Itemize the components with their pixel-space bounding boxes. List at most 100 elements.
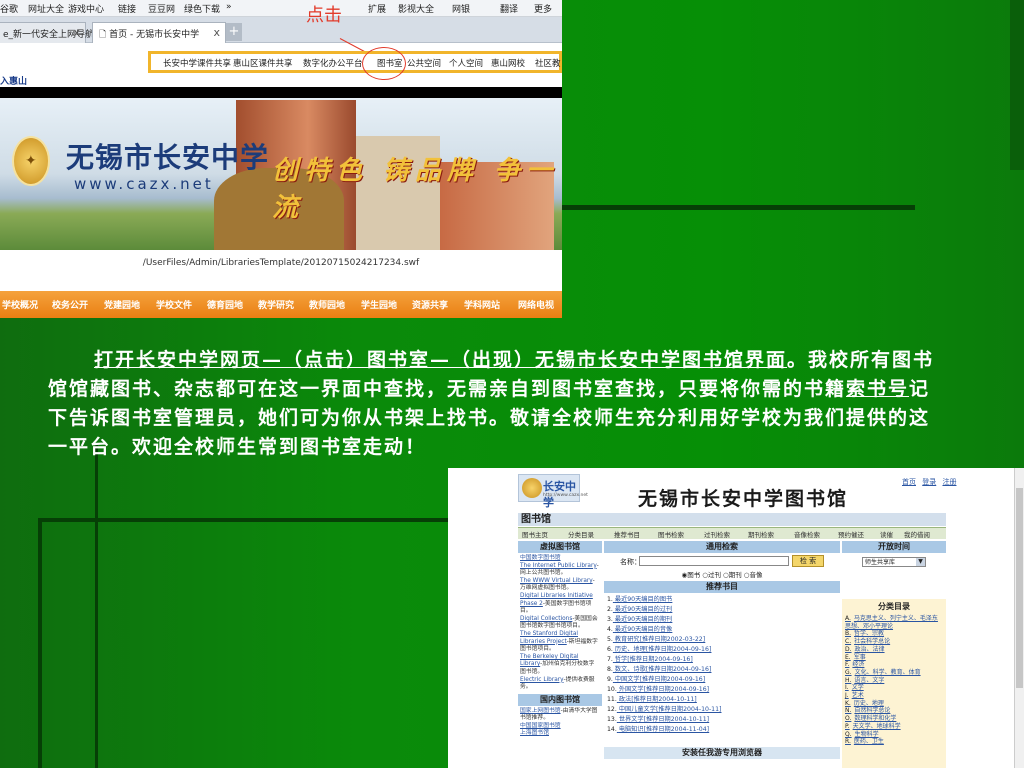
- close-icon[interactable]: x: [73, 26, 80, 39]
- library-link[interactable]: 国家上网图书馆: [520, 708, 561, 714]
- library-link[interactable]: 中国国家图书馆: [520, 723, 561, 729]
- browser-install-link[interactable]: 安装任我游专用浏览器: [604, 747, 840, 759]
- library-link[interactable]: The Internet Public Library: [520, 563, 597, 569]
- library-nav-item[interactable]: 分类目录: [568, 529, 594, 539]
- favorite-item[interactable]: 谷歌: [0, 2, 18, 15]
- library-logo[interactable]: 长安中学 http://www.cazx.net: [518, 474, 588, 509]
- new-tab-button[interactable]: +: [226, 23, 242, 41]
- favorite-item[interactable]: 扩展: [368, 2, 386, 15]
- tab-label: 首页 - 无锡市长安中学: [109, 30, 200, 40]
- nav-item[interactable]: 个人空间: [449, 57, 483, 69]
- school-url: www.cazx.net: [74, 175, 214, 193]
- library-nav-item[interactable]: 期刊检索: [748, 529, 774, 539]
- main-nav-item[interactable]: 学校文件: [156, 298, 192, 311]
- recommend-item[interactable]: 10. 外国文学[推荐日期2004-09-16]: [607, 685, 837, 695]
- nav-item[interactable]: 长安中学课件共享: [163, 57, 231, 69]
- search-input[interactable]: [639, 556, 789, 566]
- scrollbar-thumb[interactable]: [1016, 488, 1023, 688]
- category-item[interactable]: R. 医药、卫生: [845, 738, 943, 746]
- scrollbar[interactable]: [1014, 468, 1024, 768]
- recommend-item[interactable]: 13. 世界文学[推荐日期2004-10-11]: [607, 715, 837, 725]
- login-link[interactable]: 登录: [922, 478, 936, 486]
- category-item[interactable]: O. 数理科学和化学: [845, 715, 943, 723]
- main-nav-item[interactable]: 德育园地: [207, 298, 243, 311]
- recommend-item[interactable]: 2. 最近90天编目的过刊: [607, 605, 837, 615]
- library-nav-item[interactable]: 图书主页: [522, 529, 548, 539]
- category-item[interactable]: F. 经济: [845, 661, 943, 669]
- category-item[interactable]: P. 天文学、地球科学: [845, 723, 943, 731]
- search-button[interactable]: 检 索: [792, 555, 824, 567]
- favorite-item[interactable]: 翻译: [500, 2, 518, 15]
- favorite-item[interactable]: 更多: [534, 2, 552, 15]
- main-nav-item[interactable]: 资源共享: [412, 298, 448, 311]
- favorite-item[interactable]: 网银: [452, 2, 470, 15]
- category-item[interactable]: B. 哲学、宗教: [845, 630, 943, 638]
- main-nav-item[interactable]: 教学研究: [258, 298, 294, 311]
- category-item[interactable]: I. 文学: [845, 684, 943, 692]
- recommend-item[interactable]: 6. 历史、地理[推荐日期2004-09-16]: [607, 645, 837, 655]
- category-name: 文学: [851, 684, 864, 692]
- library-link[interactable]: The WWW Virtual Library: [520, 578, 593, 584]
- tab-navigation[interactable]: e_新一代安全上网导航 x: [0, 22, 94, 43]
- favorite-item[interactable]: 绿色下载: [184, 2, 220, 15]
- recommend-item[interactable]: 12. 中国儿童文学[推荐日期2004-10-11]: [607, 705, 837, 715]
- item-number: 13.: [607, 716, 617, 723]
- recommend-item[interactable]: 3. 最近90天编目的期刊: [607, 615, 837, 625]
- favorite-item[interactable]: 影视大全: [398, 2, 434, 15]
- main-nav-item[interactable]: 党建园地: [104, 298, 140, 311]
- main-nav-item[interactable]: 网络电视: [518, 298, 554, 311]
- nav-item[interactable]: 数字化办公平台: [303, 57, 363, 69]
- favorite-item[interactable]: 豆豆网: [148, 2, 175, 15]
- library-nav-item[interactable]: 过刊检索: [704, 529, 730, 539]
- recommend-item[interactable]: 5. 教育研究[推荐日期2002-03-22]: [607, 635, 837, 645]
- main-nav-item[interactable]: 校务公开: [52, 298, 88, 311]
- library-nav-item[interactable]: 音像检索: [794, 529, 820, 539]
- recommend-item[interactable]: 14. 电脑知识[推荐日期2004-11-04]: [607, 725, 837, 735]
- category-item[interactable]: A. 马克思主义、列宁主义、毛泽东思想、邓小平理论: [845, 615, 943, 630]
- library-link[interactable]: 中国数字图书馆: [520, 555, 561, 561]
- category-item[interactable]: N. 自然科学总论: [845, 707, 943, 715]
- close-icon[interactable]: x: [213, 26, 220, 39]
- recommend-item[interactable]: 1. 最近90天编目的图书: [607, 595, 837, 605]
- library-nav-item[interactable]: 读催: [880, 529, 893, 539]
- library-link[interactable]: 上海图书馆: [520, 730, 549, 736]
- recommend-item[interactable]: 4. 最近90天编目的音像: [607, 625, 837, 635]
- favorite-item[interactable]: »: [226, 2, 232, 12]
- home-link[interactable]: 首页: [902, 478, 916, 486]
- recommend-item[interactable]: 7. 哲学[推荐日期2004-09-16]: [607, 655, 837, 665]
- favorite-item[interactable]: 游戏中心: [68, 2, 104, 15]
- item-title: 中国儿童文学: [618, 706, 656, 713]
- favorite-item[interactable]: 网址大全: [28, 2, 64, 15]
- category-item[interactable]: J. 艺术: [845, 692, 943, 700]
- nav-item[interactable]: 惠山区课件共享: [233, 57, 293, 69]
- category-item[interactable]: C. 社会科学总论: [845, 638, 943, 646]
- nav-item[interactable]: 惠山网校: [491, 57, 525, 69]
- library-link[interactable]: Digital Collections: [520, 616, 572, 622]
- main-nav-item[interactable]: 学生园地: [361, 298, 397, 311]
- library-nav-item[interactable]: 图书检索: [658, 529, 684, 539]
- nav-item[interactable]: 社区教: [535, 57, 561, 69]
- tab-school-home[interactable]: 🗋 首页 - 无锡市长安中学 x: [92, 22, 226, 43]
- black-bar: [0, 87, 562, 98]
- library-nav-item[interactable]: 推荐书目: [614, 529, 640, 539]
- recommend-item[interactable]: 8. 数文、诗歌[推荐日期2004-09-16]: [607, 665, 837, 675]
- library-nav-item[interactable]: 预约催还: [838, 529, 864, 539]
- category-item[interactable]: G. 文化、科学、教育、体育: [845, 669, 943, 677]
- register-link[interactable]: 注册: [942, 478, 956, 486]
- recommend-item[interactable]: 9. 中国文学[推荐日期2004-09-16]: [607, 675, 837, 685]
- library-select[interactable]: 师生共享库 ▼: [862, 557, 926, 567]
- favorite-item[interactable]: 链接: [118, 2, 136, 15]
- item-date: [推荐日期2002-03-22]: [639, 636, 706, 643]
- category-item[interactable]: D. 政治、法律: [845, 646, 943, 654]
- nav-item[interactable]: 公共空间: [407, 57, 441, 69]
- huishan-link[interactable]: 入惠山: [0, 74, 27, 87]
- main-nav-item[interactable]: 教师园地: [309, 298, 345, 311]
- recommend-item[interactable]: 11. 政法[推荐日期2004-10-11]: [607, 695, 837, 705]
- main-nav-item[interactable]: 学科网站: [464, 298, 500, 311]
- library-nav-item[interactable]: 我的借阅: [904, 529, 930, 539]
- main-nav-item[interactable]: 学校概况: [2, 298, 38, 311]
- library-link[interactable]: Electric Library: [520, 677, 564, 683]
- school-slogan: 创特色 铸品牌 争一流: [272, 156, 559, 223]
- category-code: D.: [845, 645, 852, 653]
- radio-label: 音像: [749, 571, 763, 579]
